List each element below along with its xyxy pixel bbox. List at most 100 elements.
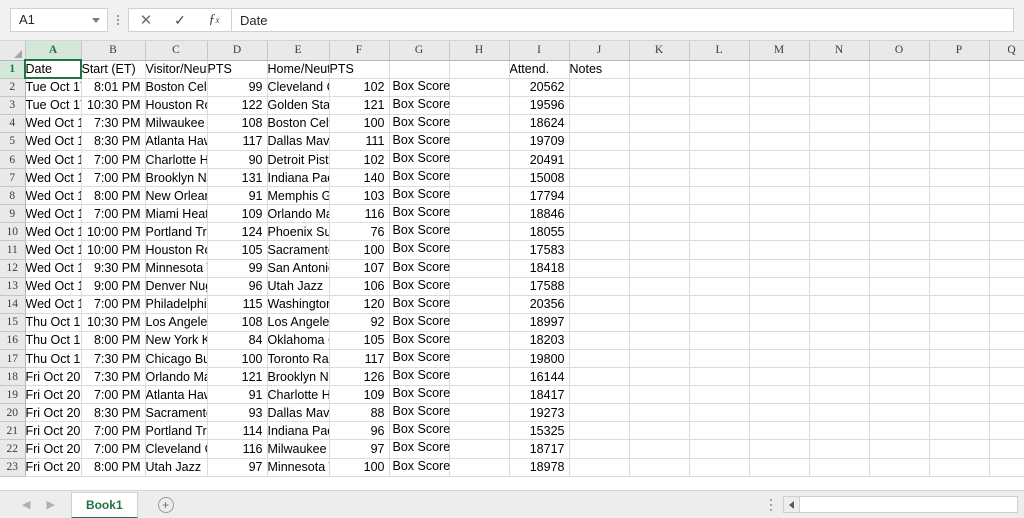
cell[interactable] [989,367,1024,387]
cell[interactable] [869,367,930,387]
cell[interactable] [689,78,750,97]
cell[interactable]: 20356 [509,295,570,314]
cell[interactable]: 18055 [509,222,570,242]
row-header-3[interactable]: 3 [0,96,26,115]
sheet-tab-book1[interactable]: Book1 [70,491,138,518]
cell[interactable] [929,277,990,296]
fx-icon[interactable]: ƒx [197,9,231,31]
cell[interactable] [629,385,690,405]
cell[interactable] [989,421,1024,441]
cell[interactable]: 17583 [509,240,570,260]
cell[interactable] [809,331,870,351]
cell[interactable] [749,60,810,79]
cell[interactable]: San Antonio Spurs [267,259,330,278]
cell[interactable] [929,78,990,97]
cell[interactable]: 100 [329,240,390,260]
cell[interactable]: 10:00 PM [81,222,146,242]
cell[interactable]: Charlotte Hornets [267,385,330,405]
row-header-12[interactable]: 12 [0,259,26,278]
cell[interactable]: 19273 [509,403,570,423]
cell[interactable] [629,132,690,151]
cell[interactable] [749,313,810,332]
cell[interactable]: Box Score [389,331,450,351]
cell[interactable] [449,186,510,206]
cell[interactable]: 7:00 PM [81,421,146,441]
cell[interactable]: Chicago Bulls [145,349,208,369]
check-icon[interactable]: ✓ [163,9,197,31]
cell[interactable] [869,259,930,278]
cell[interactable]: 93 [207,403,268,423]
cell[interactable] [749,132,810,151]
cell[interactable]: Box Score [389,367,450,387]
cell[interactable]: Los Angeles Lakers [267,313,330,332]
cell[interactable] [989,403,1024,423]
cell[interactable]: 8:00 PM [81,186,146,206]
cell[interactable]: 116 [207,439,268,459]
column-header-m[interactable]: M [749,41,810,61]
cell[interactable] [449,349,510,369]
cell[interactable]: 97 [207,458,268,477]
column-header-p[interactable]: P [929,41,990,61]
cell[interactable] [989,240,1024,260]
cell[interactable]: Wed Oct 18 2017 [25,240,82,260]
cell[interactable] [929,313,990,332]
cell[interactable]: 117 [207,132,268,151]
cell[interactable] [449,60,510,79]
cell[interactable]: 92 [329,313,390,332]
row-header-19[interactable]: 19 [0,385,26,405]
cell[interactable] [629,421,690,441]
cell[interactable]: Box Score [389,421,450,441]
cell[interactable]: 90 [207,150,268,170]
cell[interactable] [749,78,810,97]
cell[interactable]: 140 [329,168,390,188]
cell[interactable] [629,240,690,260]
row-header-8[interactable]: 8 [0,186,26,206]
close-icon[interactable]: ✕ [129,9,163,31]
cell[interactable] [809,295,870,314]
cell[interactable]: 7:30 PM [81,367,146,387]
cell[interactable]: Brooklyn Nets [145,168,208,188]
cell[interactable] [809,403,870,423]
column-header-b[interactable]: B [81,41,146,61]
cell[interactable] [869,439,930,459]
cell[interactable]: 15325 [509,421,570,441]
cell[interactable]: 109 [207,204,268,224]
cell[interactable] [809,259,870,278]
cell[interactable] [569,403,630,423]
cell[interactable] [569,204,630,224]
cell[interactable] [749,421,810,441]
cell[interactable]: Box Score [389,403,450,423]
cell[interactable]: 76 [329,222,390,242]
row-header-14[interactable]: 14 [0,295,26,314]
cell[interactable]: 120 [329,295,390,314]
column-header-h[interactable]: H [449,41,510,61]
cell[interactable] [629,458,690,477]
cell[interactable] [869,385,930,405]
cell[interactable] [989,295,1024,314]
cell[interactable] [929,259,990,278]
cell[interactable]: Utah Jazz [267,277,330,296]
cell[interactable] [989,439,1024,459]
cell[interactable] [989,313,1024,332]
cell[interactable]: 18624 [509,114,570,133]
cell[interactable]: 7:00 PM [81,295,146,314]
cell[interactable]: 126 [329,367,390,387]
cell[interactable] [449,96,510,115]
cell[interactable] [929,186,990,206]
formula-input[interactable]: Date [231,8,1014,32]
cell[interactable]: Indiana Pacers [267,421,330,441]
cell[interactable]: Box Score [389,259,450,278]
cell[interactable] [689,313,750,332]
cell[interactable] [629,222,690,242]
cell[interactable] [449,295,510,314]
cell[interactable] [689,458,750,477]
cell[interactable]: 15008 [509,168,570,188]
cell[interactable]: Fri Oct 20 2017 [25,421,82,441]
cell[interactable] [929,421,990,441]
cell[interactable]: 100 [329,114,390,133]
cell[interactable] [809,168,870,188]
scroll-grip[interactable] [765,495,777,515]
cell[interactable]: PTS [329,60,390,79]
cell[interactable] [869,168,930,188]
cell[interactable]: Tue Oct 17 2017 [25,96,82,115]
